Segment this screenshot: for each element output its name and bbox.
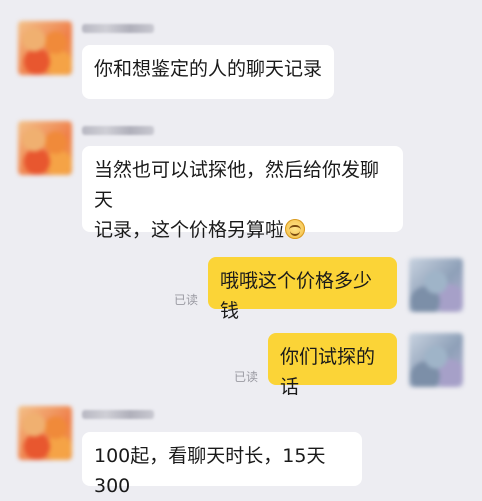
message-bubble-4[interactable]: 你们试探的话	[268, 333, 397, 398]
contact-avatar[interactable]	[18, 406, 72, 460]
message-text: 你们试探的话	[280, 346, 376, 398]
message-text: 100起，看聊天时长，15天300	[94, 445, 326, 497]
contact-name-blurred	[82, 126, 154, 135]
message-text-line-1: 当然也可以试探他，然后给你发聊天	[94, 159, 380, 211]
smile-emoji-icon	[285, 219, 306, 239]
user-avatar[interactable]	[409, 258, 463, 312]
message-bubble-1[interactable]: 你和想鉴定的人的聊天记录	[82, 45, 334, 99]
user-avatar[interactable]	[409, 333, 463, 387]
message-text-line-2: 记录，这个价格另算啦	[94, 219, 285, 241]
message-bubble-5[interactable]: 100起，看聊天时长，15天300	[82, 432, 362, 497]
message-bubble-2[interactable]: 当然也可以试探他，然后给你发聊天 记录，这个价格另算啦	[82, 146, 403, 241]
contact-name-blurred	[82, 410, 154, 419]
message-bubble-3[interactable]: 哦哦这个价格多少钱	[208, 257, 397, 322]
contact-avatar[interactable]	[18, 21, 72, 75]
contact-avatar[interactable]	[18, 121, 72, 175]
read-status: 已读	[234, 370, 259, 384]
message-text: 哦哦这个价格多少钱	[220, 270, 373, 322]
read-status: 已读	[174, 293, 199, 307]
message-text: 你和想鉴定的人的聊天记录	[94, 58, 323, 80]
contact-name-blurred	[82, 24, 154, 33]
